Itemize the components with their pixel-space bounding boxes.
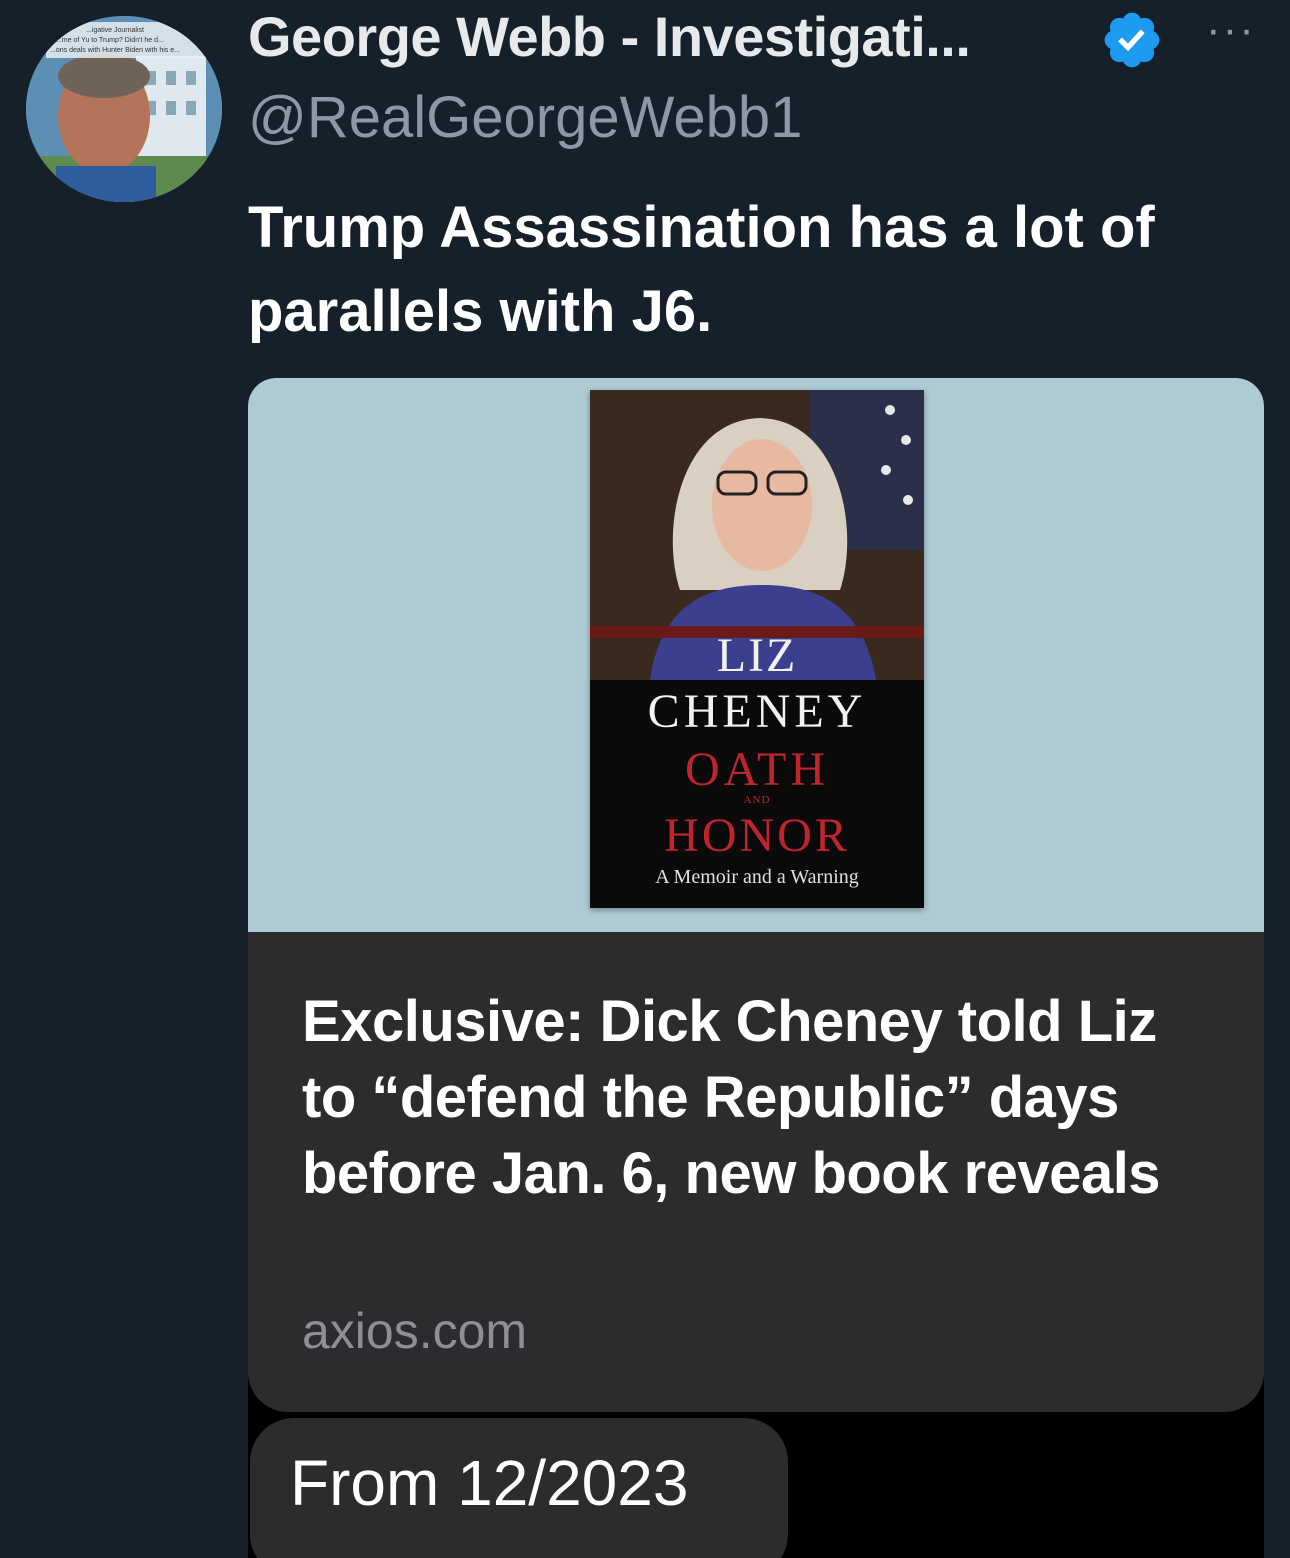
display-name[interactable]: George Webb - Investigati...	[248, 4, 971, 69]
book-title-and: AND	[743, 794, 771, 806]
book-title-second: HONOR	[664, 809, 850, 862]
avatar-photo: ...igative Journalist ...me of Yu to Tru…	[26, 16, 222, 202]
more-horizontal-icon[interactable]: ···	[1206, 8, 1256, 52]
avatar-overlay-line-3: ...ons deals with Hunter Biden with his …	[50, 47, 180, 54]
book-subtitle: A Memoir and a Warning	[655, 866, 859, 888]
tweet-text: Trump Assassination has a lot of paralle…	[248, 195, 1155, 344]
tweet-screenshot: ...igative Journalist ...me of Yu to Tru…	[0, 0, 1290, 1558]
message-text: From 12/2023	[290, 1447, 689, 1519]
avatar-overlay-line-1: ...igative Journalist	[86, 27, 144, 34]
user-handle[interactable]: @RealGeorgeWebb1	[248, 84, 802, 151]
book-author-first: LIZ	[716, 629, 798, 682]
avatar-overlay-line-2: ...me of Yu to Trump? Didn't he d...	[56, 37, 164, 44]
message-bubble: From 12/2023	[250, 1418, 788, 1558]
book-title-first: OATH	[685, 743, 829, 796]
link-headline[interactable]: Exclusive: Dick Cheney told Liz to “defe…	[302, 984, 1222, 1212]
link-preview-card[interactable]: LIZ CHENEY OATH AND HONOR A Memoir and a…	[248, 378, 1264, 1412]
book-cover: LIZ CHENEY OATH AND HONOR A Memoir and a…	[590, 390, 924, 908]
avatar[interactable]: ...igative Journalist ...me of Yu to Tru…	[26, 16, 222, 202]
link-domain: axios.com	[302, 1303, 528, 1359]
verified-badge-icon[interactable]	[1100, 8, 1164, 72]
link-preview-image: LIZ CHENEY OATH AND HONOR A Memoir and a…	[248, 378, 1264, 932]
embedded-screenshot[interactable]: LIZ CHENEY OATH AND HONOR A Memoir and a…	[248, 378, 1264, 1558]
book-author-last: CHENEY	[647, 685, 867, 738]
